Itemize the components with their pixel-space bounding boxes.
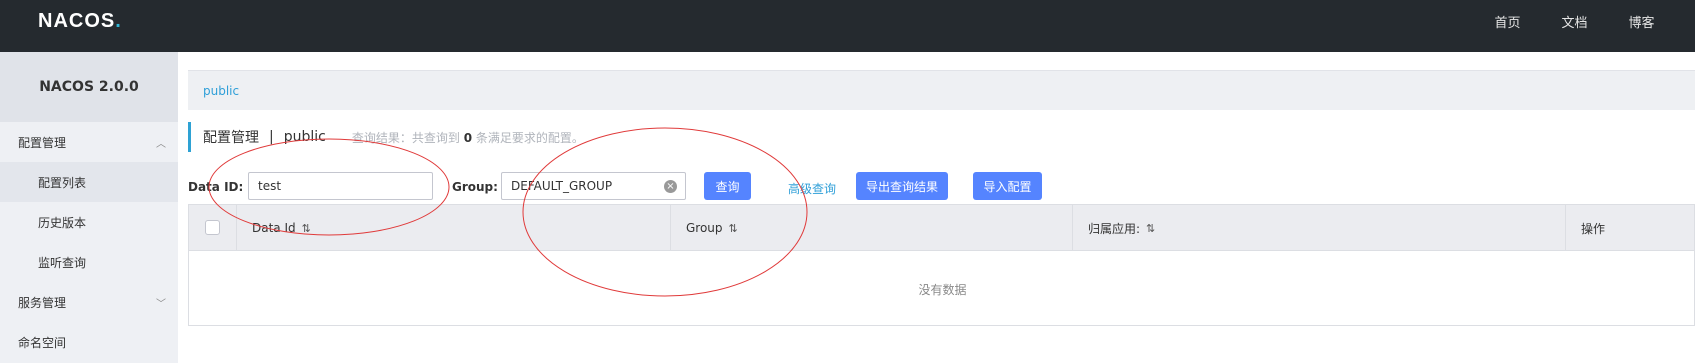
group-input-value: DEFAULT_GROUP [511, 179, 613, 193]
sort-icon[interactable]: ⇅ [729, 222, 738, 235]
column-label: 归属应用: [1088, 221, 1141, 236]
sidebar-group-label: 服务管理 [18, 295, 67, 310]
table-empty-state: 没有数据 [918, 282, 967, 297]
chevron-down-icon: ﹀ [156, 298, 166, 310]
namespace-bar: public [188, 70, 1695, 110]
nav-blog[interactable]: 博客 [1608, 12, 1675, 31]
column-actions: 操作 [1565, 205, 1695, 251]
sidebar-group-label: 命名空间 [18, 335, 67, 350]
column-label: Data Id [252, 221, 296, 235]
page-namespace: public [283, 129, 326, 145]
sort-icon[interactable]: ⇅ [1146, 222, 1155, 235]
sidebar-title: NACOS 2.0.0 [0, 52, 178, 122]
top-navbar: NACOS. 首页 文档 博客 [0, 0, 1695, 52]
namespace-link-public[interactable]: public [203, 84, 239, 98]
sidebar-group-label: 配置管理 [18, 135, 67, 150]
nav-docs[interactable]: 文档 [1541, 12, 1608, 31]
title-separator: | [269, 129, 274, 145]
filter-bar: Data ID: test Group: DEFAULT_GROUP × 查询 … [188, 172, 1688, 202]
group-input[interactable]: DEFAULT_GROUP × [501, 172, 686, 200]
sidebar-group-config[interactable]: 配置管理 ︿ [0, 122, 178, 162]
column-app[interactable]: 归属应用: ⇅ [1072, 205, 1565, 251]
table-header: Data Id ⇅ Group ⇅ 归属应用: ⇅ 操作 [189, 205, 1694, 251]
export-results-button[interactable]: 导出查询结果 [856, 172, 948, 200]
chevron-up-icon: ︿ [156, 138, 166, 150]
nav-home[interactable]: 首页 [1474, 12, 1541, 31]
sidebar-item-history[interactable]: 历史版本 [0, 202, 178, 242]
nacos-logo[interactable]: NACOS. [38, 10, 122, 33]
sidebar: NACOS 2.0.0 配置管理 ︿ 配置列表 历史版本 监听查询 服务管理 ﹀… [0, 52, 178, 363]
clear-icon[interactable]: × [664, 180, 677, 193]
column-group[interactable]: Group ⇅ [670, 205, 1072, 251]
sidebar-item-listener[interactable]: 监听查询 [0, 242, 178, 282]
data-id-input[interactable]: test [248, 172, 433, 200]
data-id-label: Data ID: [188, 180, 244, 194]
search-button[interactable]: 查询 [704, 172, 751, 200]
select-all-checkbox[interactable] [205, 220, 220, 235]
page-title: 配置管理 [203, 130, 259, 146]
advanced-search-link[interactable]: 高级查询 [788, 180, 836, 197]
main-content: public 配置管理 | public 查询结果：共查询到 0 条满足要求的配… [178, 52, 1695, 363]
sidebar-group-service[interactable]: 服务管理 ﹀ [0, 282, 178, 322]
sort-icon[interactable]: ⇅ [302, 222, 311, 235]
top-nav: 首页 文档 博客 [1474, 12, 1675, 31]
sidebar-item-config-list[interactable]: 配置列表 [0, 162, 178, 202]
result-summary: 查询结果：共查询到 0 条满足要求的配置。 [351, 130, 584, 145]
group-label: Group: [452, 180, 498, 194]
page-title-row: 配置管理 | public 查询结果：共查询到 0 条满足要求的配置。 [188, 122, 584, 152]
column-label: 操作 [1581, 221, 1606, 236]
column-label: Group [686, 221, 723, 235]
sidebar-group-namespace[interactable]: 命名空间 [0, 322, 178, 362]
import-config-button[interactable]: 导入配置 [973, 172, 1042, 200]
column-data-id[interactable]: Data Id ⇅ [236, 205, 670, 251]
config-table: Data Id ⇅ Group ⇅ 归属应用: ⇅ 操作 没有数据 [188, 204, 1695, 326]
